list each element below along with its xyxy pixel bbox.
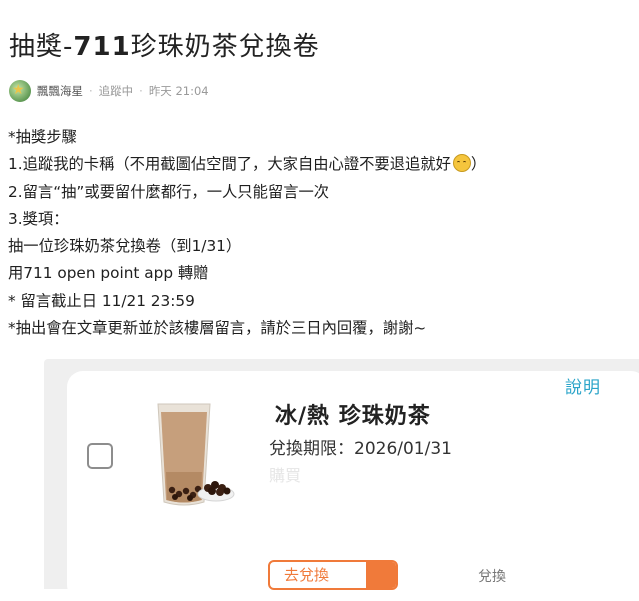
post-meta: 飄飄海星 · 追蹤中 · 昨天 21:04: [9, 80, 209, 102]
redeem-button-label: 去兌換: [284, 566, 330, 584]
post-body: *抽獎步驟 1.追蹤我的卡稱（不用截圖佔空間了，大家自由心證不要退追就好 ） 2.…: [8, 124, 628, 342]
body-line: *抽出會在文章更新並於該樓層留言，請於三日內回覆，謝謝~: [8, 319, 427, 338]
author-name[interactable]: 飄飄海星: [37, 83, 83, 99]
body-line: 抽一位珍珠奶茶兌換卷（到1/31）: [8, 237, 242, 256]
follow-status[interactable]: 追蹤中: [99, 83, 134, 99]
title-prefix: 抽獎-: [9, 32, 74, 62]
milk-tea-cup-icon: [157, 403, 235, 506]
grin-emoji-icon: [452, 154, 471, 173]
body-line-text: 1.追蹤我的卡稱（不用截圖佔空間了，大家自由心證不要退追就好: [8, 155, 451, 174]
buy-text: 購買: [269, 466, 302, 485]
explain-link[interactable]: 說明: [565, 373, 601, 398]
body-line: 3.獎項：: [8, 209, 69, 228]
product-name: 冰/熱 珍珠奶茶: [275, 404, 431, 429]
coupon-checkbox[interactable]: [87, 443, 113, 469]
body-line: 用711 open point app 轉贈: [8, 264, 209, 283]
post-title: 抽獎-711珍珠奶茶兌換卷: [9, 26, 320, 63]
redeem-button[interactable]: 去兌換: [268, 560, 398, 590]
expiry-date: 兌換期限：2026/01/31: [269, 439, 452, 459]
body-line: 1.追蹤我的卡稱（不用截圖佔空間了，大家自由心證不要退追就好 ）: [8, 151, 628, 178]
separator-dot: ·: [139, 84, 143, 98]
body-line: 2.留言“抽”或要留什麼都行，一人只能留言一次: [8, 182, 330, 201]
bottom-right-text: 兌換: [478, 569, 506, 585]
post-timestamp: 昨天 21:04: [148, 84, 209, 98]
title-suffix: 珍珠奶茶兌換卷: [130, 32, 320, 62]
title-bold: 711: [73, 32, 131, 62]
avatar[interactable]: [9, 80, 31, 102]
separator-dot: ·: [89, 84, 93, 98]
body-line: * 留言截止日 11/21 23:59: [8, 291, 195, 310]
body-line: *抽獎步驟: [8, 128, 77, 146]
body-line-text: ）: [470, 155, 487, 174]
